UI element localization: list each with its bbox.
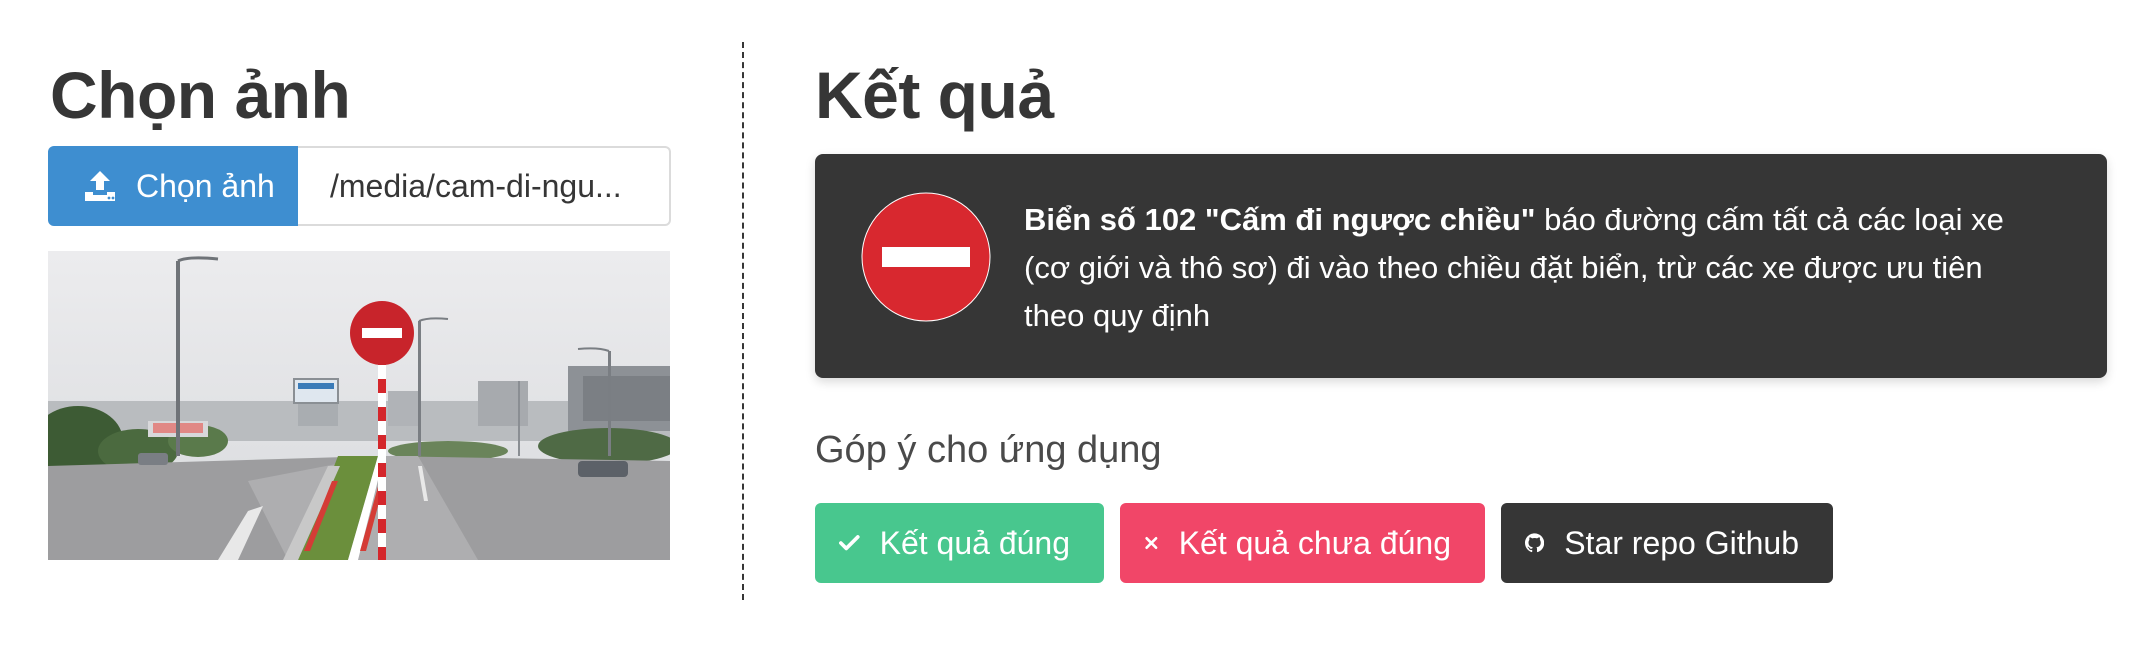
github-icon (1525, 533, 1545, 553)
uploaded-image-preview (48, 251, 670, 560)
upload-icon (85, 171, 115, 201)
correct-result-button[interactable]: Kết quả đúng (815, 503, 1104, 583)
incorrect-result-label: Kết quả chưa đúng (1178, 524, 1451, 561)
no-entry-sign-icon (861, 192, 991, 322)
column-divider (742, 42, 744, 600)
file-name-display: /media/cam-di-ngu... (298, 146, 671, 226)
result-title: Kết quả (815, 58, 1054, 132)
result-description: Biển số 102 "Cấm đi ngược chiều" báo đườ… (1024, 196, 2034, 340)
correct-result-label: Kết quả đúng (879, 524, 1070, 561)
check-icon (839, 535, 860, 551)
choose-image-label: Chọn ảnh (136, 167, 275, 204)
feedback-title: Góp ý cho ứng dụng (815, 429, 1162, 471)
feedback-buttons: Kết quả đúng Kết quả chưa đúng Star repo… (815, 503, 1833, 583)
close-icon (1145, 536, 1158, 550)
sign-name: Biển số 102 "Cấm đi ngược chiều" (1024, 202, 1536, 237)
star-github-button[interactable]: Star repo Github (1501, 503, 1833, 583)
file-upload[interactable]: Chọn ảnh /media/cam-di-ngu... (48, 146, 671, 226)
star-github-label: Star repo Github (1564, 524, 1799, 561)
choose-image-button[interactable]: Chọn ảnh (48, 146, 298, 226)
incorrect-result-button[interactable]: Kết quả chưa đúng (1120, 503, 1485, 583)
result-card: Biển số 102 "Cấm đi ngược chiều" báo đườ… (815, 154, 2107, 378)
choose-image-title: Chọn ảnh (50, 58, 351, 132)
